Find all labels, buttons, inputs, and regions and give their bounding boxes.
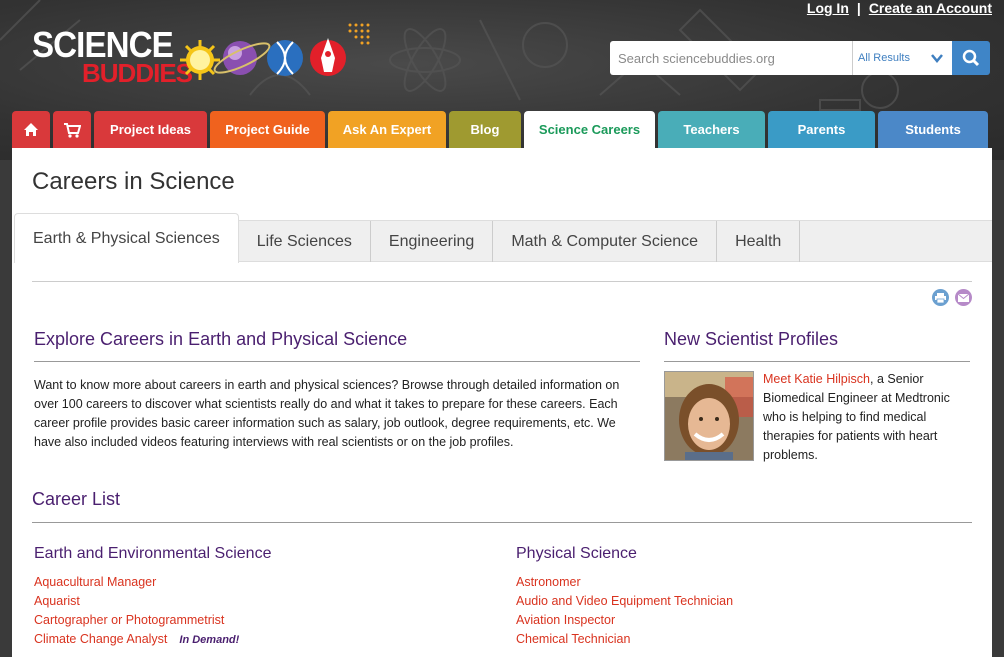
career-column-physical: Physical Science Astronomer Audio and Vi…	[516, 545, 956, 649]
career-list-heading: Career List	[32, 489, 121, 509]
site-logo[interactable]: SCIENCE BUDDIES	[30, 20, 370, 90]
cart-icon	[64, 122, 81, 138]
nav-cart[interactable]	[53, 111, 91, 148]
career-column-heading: Earth and Environmental Science	[34, 545, 272, 562]
career-links: Astronomer Audio and Video Equipment Tec…	[516, 573, 956, 649]
career-link[interactable]: Aquarist	[34, 594, 80, 608]
tab-health[interactable]: Health	[717, 221, 801, 262]
career-column-earth: Earth and Environmental Science Aquacult…	[34, 545, 474, 650]
main-content: Careers in Science Earth & Physical Scie…	[12, 148, 992, 657]
scientist-photo[interactable]	[664, 371, 754, 461]
career-link[interactable]: Chemical Technician	[516, 632, 630, 646]
scientist-portrait-image	[665, 372, 753, 460]
in-demand-badge: In Demand!	[179, 634, 240, 646]
divider	[32, 522, 972, 523]
career-column-heading: Physical Science	[516, 545, 637, 562]
search-scope-value: All Results	[858, 52, 910, 64]
divider	[34, 361, 640, 362]
nav-science-careers[interactable]: Science Careers	[524, 111, 655, 148]
login-link[interactable]: Log In	[807, 0, 849, 16]
profile-description: Meet Katie Hilpisch, a Senior Biomedical…	[763, 370, 973, 465]
dots-icon	[348, 23, 370, 45]
divider	[32, 281, 972, 282]
page-tools	[932, 289, 972, 306]
career-link[interactable]: Climate Change Analyst	[34, 632, 167, 646]
list-item: Audio and Video Equipment Technician	[516, 592, 956, 611]
category-tabs: Earth & Physical Sciences Life Sciences …	[14, 213, 992, 263]
search-button[interactable]	[952, 41, 990, 75]
list-item: Astronomer	[516, 573, 956, 592]
profile-link[interactable]: Meet Katie Hilpisch	[763, 372, 870, 386]
search-scope-select[interactable]: All Results	[852, 41, 952, 75]
logo-word-buddies: BUDDIES	[82, 58, 193, 88]
search-bar: All Results	[610, 41, 990, 75]
search-input[interactable]	[610, 41, 852, 75]
logo-science-icons	[180, 23, 370, 80]
career-link[interactable]: Aquacultural Manager	[34, 575, 156, 589]
account-links: Log In | Create an Account	[807, 0, 992, 16]
career-links: Aquacultural Manager Aquarist Cartograph…	[34, 573, 474, 650]
nav-parents[interactable]: Parents	[768, 111, 875, 148]
tab-earth-physical-sciences[interactable]: Earth & Physical Sciences	[14, 213, 239, 263]
tab-life-sciences[interactable]: Life Sciences	[239, 221, 371, 262]
list-item: Cartographer or Photogrammetrist	[34, 611, 474, 630]
nav-ask-an-expert[interactable]: Ask An Expert	[328, 111, 446, 148]
planet-icon	[213, 41, 271, 75]
sun-icon	[180, 40, 220, 80]
nav-students[interactable]: Students	[878, 111, 988, 148]
list-item: Chemical Technician	[516, 630, 956, 649]
profiles-heading: New Scientist Profiles	[664, 329, 839, 349]
nav-project-guide[interactable]: Project Guide	[210, 111, 325, 148]
main-nav: Project Ideas Project Guide Ask An Exper…	[12, 111, 992, 148]
list-item: Aviation Inspector	[516, 611, 956, 630]
list-item: Climate Change Analyst In Demand!	[34, 630, 474, 650]
rocket-icon	[310, 38, 346, 76]
list-item: Aquarist	[34, 592, 474, 611]
nav-project-ideas[interactable]: Project Ideas	[94, 111, 207, 148]
explore-heading: Explore Careers in Earth and Physical Sc…	[34, 329, 408, 349]
account-separator: |	[856, 0, 861, 16]
dna-icon	[267, 40, 303, 76]
create-account-link[interactable]: Create an Account	[869, 0, 992, 16]
nav-teachers[interactable]: Teachers	[658, 111, 765, 148]
tab-math-computer-science[interactable]: Math & Computer Science	[493, 221, 718, 262]
explore-description: Want to know more about careers in earth…	[34, 378, 620, 449]
career-link[interactable]: Astronomer	[516, 575, 581, 589]
email-button[interactable]	[955, 289, 972, 306]
nav-home[interactable]	[12, 111, 50, 148]
list-item: Aquacultural Manager	[34, 573, 474, 592]
chevron-down-icon	[931, 54, 943, 63]
search-icon	[962, 49, 980, 67]
email-icon	[958, 293, 969, 302]
nav-blog[interactable]: Blog	[449, 111, 521, 148]
career-link[interactable]: Cartographer or Photogrammetrist	[34, 613, 224, 627]
tab-engineering[interactable]: Engineering	[371, 221, 494, 262]
page-title: Careers in Science	[32, 168, 235, 195]
print-button[interactable]	[932, 289, 949, 306]
career-link[interactable]: Aviation Inspector	[516, 613, 615, 627]
home-icon	[24, 123, 38, 136]
divider	[664, 361, 970, 362]
career-link[interactable]: Audio and Video Equipment Technician	[516, 594, 733, 608]
print-icon	[935, 292, 946, 303]
